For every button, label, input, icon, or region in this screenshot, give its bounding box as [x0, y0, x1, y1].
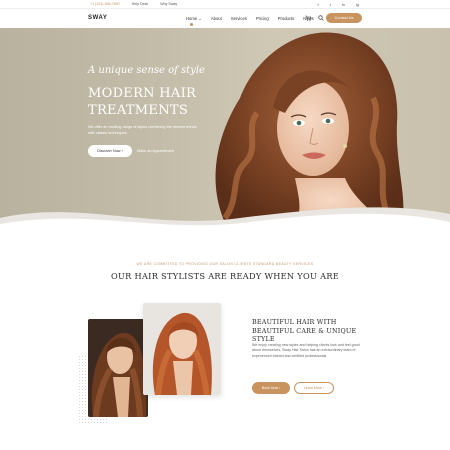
stylist-photo-2 — [143, 303, 221, 395]
nav-item-products[interactable]: Products — [278, 16, 295, 21]
care-block-text: We enjoy creating new styles and helping… — [252, 343, 360, 358]
nav-item-pricing[interactable]: Pricing — [256, 16, 269, 21]
twitter-icon[interactable]: t — [330, 2, 331, 7]
facebook-icon[interactable]: f — [318, 2, 319, 7]
social-links: f t in ig — [318, 2, 360, 7]
stylist-photos — [78, 300, 228, 425]
site-logo[interactable]: SWAY — [88, 15, 108, 21]
care-block-title: BEAUTIFUL HAIR WITH BEAUTIFUL CARE & UNI… — [252, 318, 357, 343]
phone-number[interactable]: +1 (123) 456-7890 — [90, 2, 120, 6]
help-desk-link[interactable]: Help Desk — [132, 2, 149, 6]
chevron-down-icon: ⌄ — [198, 16, 202, 21]
hero-title: MODERN HAIR TREATMENTS — [88, 86, 197, 118]
top-links: +1 (123) 456-7890 Help Desk Why Sway — [90, 2, 177, 6]
arrow-right-icon: › — [323, 386, 325, 390]
discover-now-button[interactable]: Discover Now › — [88, 145, 132, 157]
header-icons — [305, 15, 324, 21]
nav-item-services[interactable]: Services — [231, 16, 247, 21]
hero-subtitle: We offer an exciting range of styles com… — [88, 125, 197, 135]
search-icon[interactable] — [318, 15, 324, 21]
nav-item-home[interactable]: Home ⌄ — [186, 16, 202, 26]
section-kicker: WE ARE COMMITTED TO PROVIDING OUR SALON … — [136, 262, 314, 266]
hero-wave-divider — [0, 207, 450, 240]
hero-tagline: A unique sense of style — [88, 65, 205, 76]
instagram-icon[interactable]: ig — [356, 2, 359, 7]
arrow-right-icon: › — [121, 149, 123, 153]
contact-us-button[interactable]: Contact Us — [326, 13, 362, 23]
learn-more-button[interactable]: Learn More › — [294, 382, 334, 394]
top-utility-bar: +1 (123) 456-7890 Help Desk Why Sway f t… — [0, 0, 450, 9]
nav-item-about[interactable]: About — [211, 16, 222, 21]
main-nav: Home ⌄ About Services Pricing Products N… — [186, 16, 314, 26]
section-title: OUR HAIR STYLISTS ARE READY WHEN YOU ARE — [110, 271, 340, 281]
stylist-photo-1 — [88, 319, 148, 417]
linkedin-icon[interactable]: in — [342, 2, 345, 7]
make-appointment-link[interactable]: Make an Appointment — [137, 145, 174, 157]
cart-icon[interactable] — [305, 15, 311, 21]
arrow-right-icon: › — [279, 386, 281, 390]
main-header: SWAY Home ⌄ About Services Pricing Produ… — [0, 9, 450, 28]
why-sway-link[interactable]: Why Sway — [160, 2, 177, 6]
book-now-button[interactable]: Book Now › — [252, 382, 290, 394]
